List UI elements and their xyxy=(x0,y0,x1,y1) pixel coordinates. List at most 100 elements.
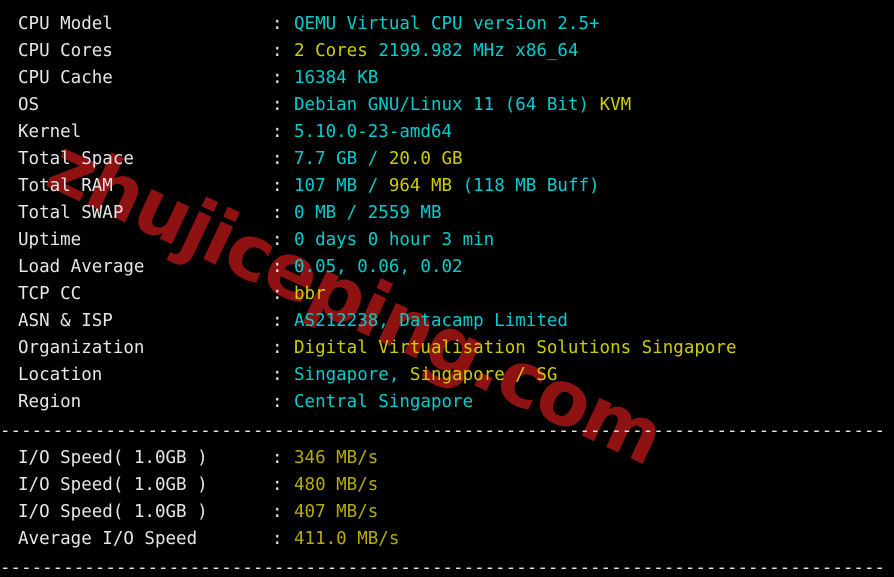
system-info-row: Location: Singapore, Singapore / SG xyxy=(0,362,894,389)
system-info-value: Debian GNU/Linux 11 (64 Bit) KVM xyxy=(294,92,894,119)
system-info-label: CPU Cores xyxy=(18,41,113,61)
system-info-value-segment: 20.0 GB xyxy=(388,149,463,169)
io-speed-separator: : xyxy=(272,475,283,495)
system-info-label: OS xyxy=(18,95,40,115)
system-info-label: Uptime xyxy=(18,230,82,250)
io-benchmark-section: I/O Speed( 1.0GB ):346 MB/s I/O Speed( 1.… xyxy=(0,445,894,553)
system-info-value: QEMU Virtual CPU version 2.5+ xyxy=(294,11,894,38)
system-info-label: ASN & ISP xyxy=(18,311,113,331)
system-info-separator: : xyxy=(272,230,283,250)
system-info-value: 107 MB / 964 MB (118 MB Buff) xyxy=(294,173,894,200)
system-info-value: 7.7 GB / 20.0 GB xyxy=(294,146,894,173)
system-info-value: 0 MB / 2559 MB xyxy=(294,200,894,227)
separator-top: ----------------------------------------… xyxy=(0,0,894,11)
system-info-row: Region: Central Singapore xyxy=(0,389,894,416)
system-info-value: Central Singapore xyxy=(294,389,894,416)
io-speed-row: I/O Speed( 1.0GB ):480 MB/s xyxy=(0,472,894,499)
system-info-value: Digital Virtualisation Solutions Singapo… xyxy=(294,335,894,362)
io-speed-label: I/O Speed( 1.0GB ) xyxy=(18,448,208,468)
system-info-separator: : xyxy=(272,176,283,196)
system-info-value: bbr xyxy=(294,281,894,308)
system-info-row: CPU Model: QEMU Virtual CPU version 2.5+ xyxy=(0,11,894,38)
system-info-value-segment: QEMU Virtual CPU version 2.5+ xyxy=(294,14,600,34)
system-info-label: Total Space xyxy=(18,149,134,169)
system-info-section: CPU Model: QEMU Virtual CPU version 2.5+ C… xyxy=(0,11,894,416)
system-info-value: Singapore, Singapore / SG xyxy=(294,362,894,389)
system-info-separator: : xyxy=(272,338,283,358)
io-speed-row: I/O Speed( 1.0GB ):346 MB/s xyxy=(0,445,894,472)
system-info-row: Total Space:7.7 GB / 20.0 GB xyxy=(0,146,894,173)
system-info-separator: : xyxy=(272,284,283,304)
system-info-value-segment: AS212238, Datacamp Limited xyxy=(294,311,568,331)
system-info-label: Region xyxy=(18,392,82,412)
io-speed-value-segment: 346 MB/s xyxy=(294,448,379,468)
system-info-separator: : xyxy=(272,365,283,385)
system-info-value-segment: 0.05, 0.06, 0.02 xyxy=(294,257,463,277)
system-info-value-segment: 16384 KB xyxy=(294,68,379,88)
system-info-separator: : xyxy=(272,95,283,115)
terminal-window: zhujiceping.com ------------------------… xyxy=(0,0,894,577)
system-info-separator: : xyxy=(272,14,283,34)
io-speed-label: I/O Speed( 1.0GB ) xyxy=(18,502,208,522)
io-speed-value: 480 MB/s xyxy=(294,472,894,499)
system-info-value-segment: 0 days 0 hour 3 min xyxy=(294,230,495,250)
system-info-row: Load Average:0.05, 0.06, 0.02 xyxy=(0,254,894,281)
system-info-value-segment: 0 MB / 2559 MB xyxy=(294,203,442,223)
system-info-separator: : xyxy=(272,122,283,142)
system-info-label: Total SWAP xyxy=(18,203,124,223)
io-speed-row: Average I/O Speed:411.0 MB/s xyxy=(0,526,894,553)
separator-middle: ----------------------------------------… xyxy=(0,421,886,441)
system-info-label: Organization xyxy=(18,338,145,358)
system-info-row: Kernel:5.10.0-23-amd64 xyxy=(0,119,894,146)
system-info-separator: : xyxy=(272,257,283,277)
system-info-label: Location xyxy=(18,365,103,385)
io-speed-value-segment: 407 MB/s xyxy=(294,502,379,522)
io-speed-row: I/O Speed( 1.0GB ):407 MB/s xyxy=(0,499,894,526)
system-info-value-segment: bbr xyxy=(294,284,326,304)
system-info-label: Total RAM xyxy=(18,176,113,196)
system-info-label: CPU Cache xyxy=(18,68,113,88)
io-speed-value-segment: 480 MB/s xyxy=(294,475,379,495)
system-info-value: 0.05, 0.06, 0.02 xyxy=(294,254,894,281)
system-info-separator: : xyxy=(272,41,283,61)
system-info-value-segment: Central Singapore xyxy=(294,392,474,412)
system-info-row: CPU Cores:2 Cores 2199.982 MHz x86_64 xyxy=(0,38,894,65)
system-info-label: CPU Model xyxy=(18,14,113,34)
system-info-row: Organization: Digital Virtualisation Solu… xyxy=(0,335,894,362)
system-info-value-segment: 2199.982 MHz x86_64 xyxy=(378,41,579,61)
system-info-row: Total SWAP:0 MB / 2559 MB xyxy=(0,200,894,227)
system-info-value-segment: (118 MB Buff) xyxy=(452,176,600,196)
system-info-value-segment: 107 MB xyxy=(294,176,358,196)
system-info-value-segment: 5.10.0-23-amd64 xyxy=(294,122,453,142)
system-info-value: 5.10.0-23-amd64 xyxy=(294,119,894,146)
system-info-separator: : xyxy=(272,149,283,169)
system-info-row: ASN & ISP: AS212238, Datacamp Limited xyxy=(0,308,894,335)
system-info-value-segment: KVM xyxy=(599,95,632,115)
io-speed-value: 407 MB/s xyxy=(294,499,894,526)
io-speed-separator: : xyxy=(272,448,283,468)
system-info-value-segment: / xyxy=(357,149,389,169)
system-info-row: Total RAM:107 MB / 964 MB (118 MB Buff) xyxy=(0,173,894,200)
io-speed-separator: : xyxy=(272,502,283,522)
system-info-label: TCP CC xyxy=(18,284,82,304)
system-info-separator: : xyxy=(272,203,283,223)
system-info-value: 0 days 0 hour 3 min xyxy=(294,227,894,254)
io-speed-label: I/O Speed( 1.0GB ) xyxy=(18,475,208,495)
system-info-value: 16384 KB xyxy=(294,65,894,92)
system-info-value: 2 Cores 2199.982 MHz x86_64 xyxy=(294,38,894,65)
system-info-value-segment: 7.7 GB xyxy=(294,149,358,169)
io-speed-label: Average I/O Speed xyxy=(18,529,198,549)
system-info-value-segment: Debian GNU/Linux 11 (64 Bit) xyxy=(294,95,590,115)
system-info-row: CPU Cache:16384 KB xyxy=(0,65,894,92)
terminal-screen: ----------------------------------------… xyxy=(0,0,894,577)
system-info-value-segment: / xyxy=(357,176,389,196)
io-speed-value-segment: 411.0 MB/s xyxy=(294,529,400,549)
system-info-value-segment: 2 Cores xyxy=(294,41,368,61)
system-info-value: AS212238, Datacamp Limited xyxy=(294,308,894,335)
system-info-row: OS: Debian GNU/Linux 11 (64 Bit) KVM xyxy=(0,92,894,119)
system-info-label: Kernel xyxy=(18,122,82,142)
system-info-row: Uptime:0 days 0 hour 3 min xyxy=(0,227,894,254)
system-info-separator: : xyxy=(272,311,283,331)
io-speed-separator: : xyxy=(272,529,283,549)
separator-bottom: ----------------------------------------… xyxy=(0,558,886,577)
